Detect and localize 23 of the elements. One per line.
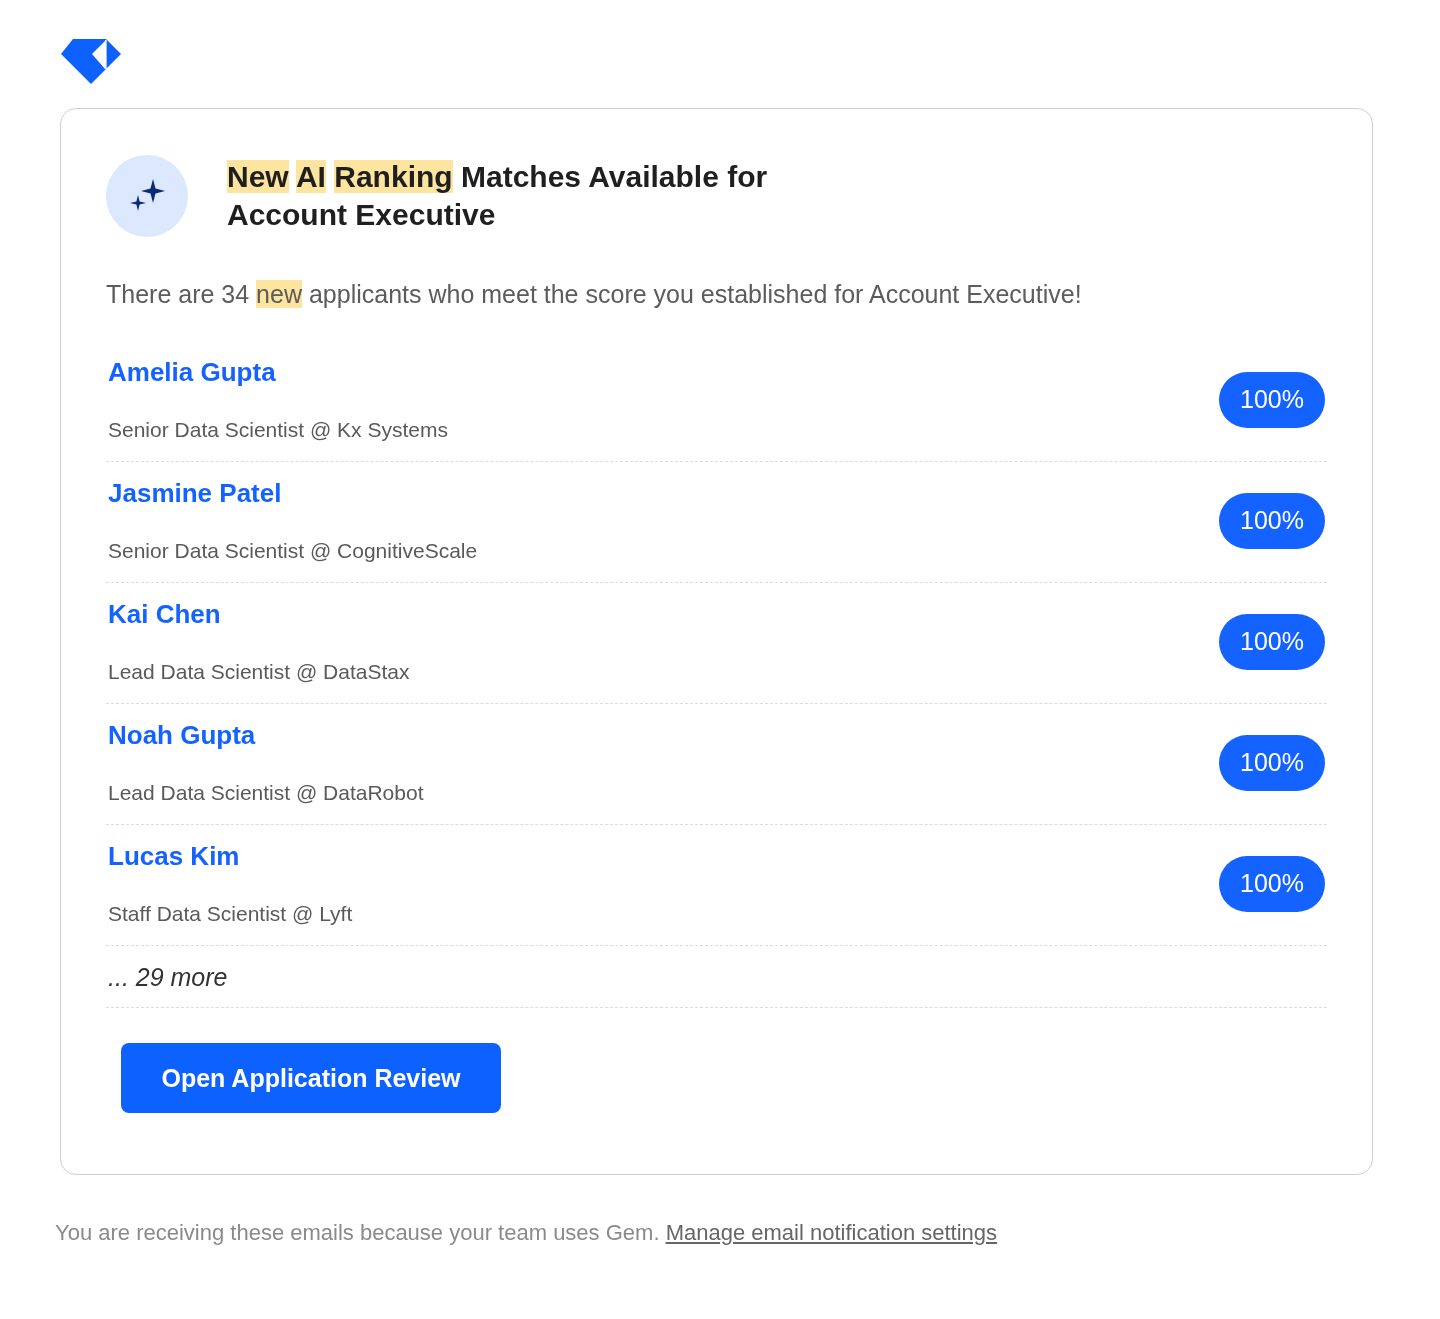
notification-settings-link[interactable]: Manage email notification settings: [665, 1220, 998, 1245]
sparkle-icon: [106, 155, 188, 237]
score-badge: 100%: [1219, 734, 1325, 791]
applicant-name-link[interactable]: Amelia Gupta: [108, 355, 276, 389]
applicant-name-link[interactable]: Jasmine Patel: [108, 476, 282, 510]
applicant-position: Lead Data Scientist @ DataStax: [108, 659, 410, 685]
score-badge: 100%: [1219, 492, 1325, 549]
applicant-position: Staff Data Scientist @ Lyft: [108, 901, 353, 927]
applicant-position: Senior Data Scientist @ CognitiveScale: [108, 538, 478, 564]
card-title: New AI Ranking Matches Available for Account Executive: [227, 159, 769, 233]
score-badge: 100%: [1219, 613, 1325, 670]
open-review-button[interactable]: Open Application Review: [121, 1043, 501, 1113]
score-badge: 100%: [1219, 371, 1325, 428]
applicant-position: Senior Data Scientist @ Kx Systems: [108, 417, 448, 443]
diamond-logo: [61, 39, 121, 85]
more-count-text: ... 29 more: [108, 963, 228, 991]
applicant-position: Lead Data Scientist @ DataRobot: [108, 780, 424, 806]
footer-text: You are receiving these emails because your team uses Gem. Manage email notification settings: [55, 1219, 999, 1247]
intro-text: There are 34 new applicants who meet the score you established for Account Executive!: [106, 279, 1083, 310]
score-badge: 100%: [1219, 855, 1325, 912]
applicant-name-link[interactable]: Noah Gupta: [108, 718, 256, 752]
applicant-name-link[interactable]: Kai Chen: [108, 597, 221, 631]
applicant-name-link[interactable]: Lucas Kim: [108, 839, 240, 873]
